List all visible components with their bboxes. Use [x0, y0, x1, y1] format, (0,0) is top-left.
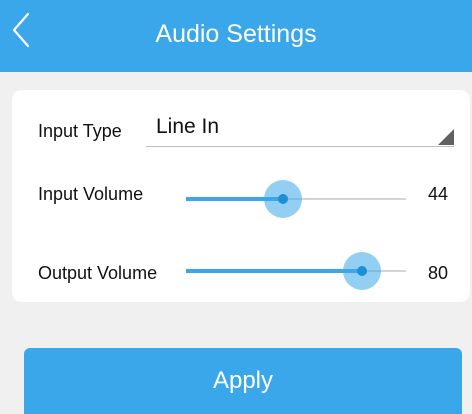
input-type-value: Line In	[156, 115, 220, 138]
page-title: Audio Settings	[155, 20, 317, 48]
input-type-select[interactable]: Line In	[146, 112, 454, 147]
settings-card: Input Type Line In Input Volume 44 Outpu…	[12, 90, 470, 302]
input-volume-label: Input Volume	[38, 184, 144, 204]
output-volume-value: 80	[427, 263, 448, 283]
apply-button[interactable]: Apply	[24, 348, 462, 414]
input-volume-slider[interactable]	[186, 179, 406, 219]
slider-thumb[interactable]	[278, 194, 288, 204]
output-volume-slider[interactable]	[186, 251, 406, 291]
slider-fill	[186, 269, 362, 273]
output-volume-label: Output Volume	[38, 263, 158, 283]
slider-thumb[interactable]	[357, 266, 367, 276]
input-type-label: Input Type	[38, 121, 122, 141]
input-volume-value: 44	[427, 184, 448, 204]
app-header: Audio Settings	[0, 0, 472, 72]
dropdown-triangle-icon	[438, 129, 454, 145]
